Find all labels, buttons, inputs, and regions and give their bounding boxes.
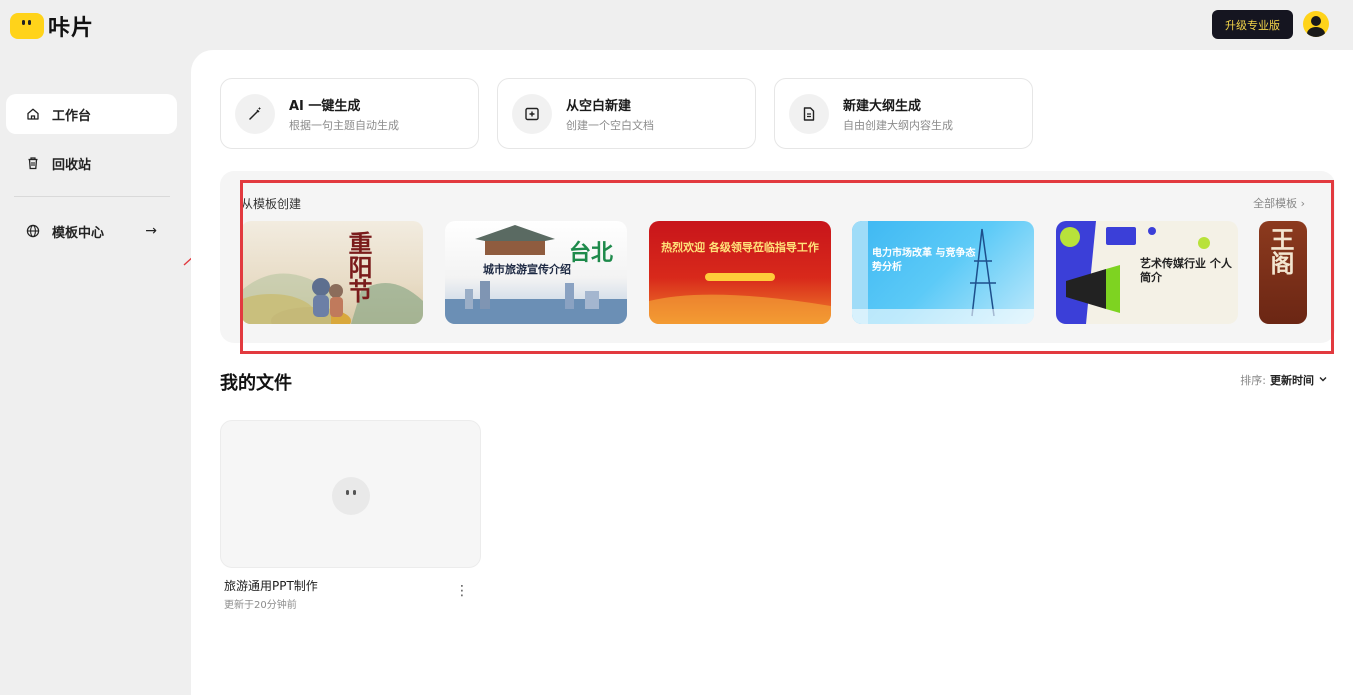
template-title: 重阳节 (344, 231, 373, 303)
sidebar-item-template-center[interactable]: 模板中心 → (6, 211, 177, 251)
upgrade-button[interactable]: 升级专业版 (1212, 10, 1293, 39)
trash-icon (26, 156, 40, 170)
template-carousel[interactable]: 重阳节 城市旅游宣传介绍 台北 热烈欢迎 各级领导莅临指导工作 电力市场改革 与… (241, 221, 1307, 324)
sidebar-divider (14, 196, 170, 197)
more-options-icon[interactable]: ⋮ (455, 583, 469, 599)
blank-new-card[interactable]: 从空白新建 创建一个空白文档 (497, 78, 756, 149)
template-title: 电力市场改革 与竞争态势分析 (872, 248, 976, 273)
sidebar-item-label: 模板中心 (52, 225, 105, 241)
sort-label: 排序: (1240, 374, 1266, 387)
user-avatar-icon[interactable] (1303, 11, 1329, 37)
template-card[interactable]: 重阳节 (241, 221, 423, 324)
quick-action-title: 新建大纲生成 (843, 98, 922, 114)
template-thumbnail (241, 273, 423, 324)
quick-action-subtitle: 创建一个空白文档 (566, 118, 654, 132)
placeholder-smiley-icon (332, 477, 370, 515)
sort-value: 更新时间 (1270, 374, 1314, 387)
template-title: 艺术传媒行业 个人简介 (1140, 257, 1232, 284)
quick-action-subtitle: 根据一句主题自动生成 (289, 118, 399, 132)
sort-dropdown[interactable]: 排序: 更新时间 (1240, 372, 1328, 388)
home-icon (26, 107, 40, 121)
sidebar-item-label: 回收站 (52, 157, 92, 173)
my-files-title: 我的文件 (220, 373, 292, 394)
template-card[interactable]: 电力市场改革 与竞争态势分析 (852, 221, 1034, 324)
template-title: 城市旅游宣传介绍 (483, 263, 571, 276)
add-square-icon (512, 93, 552, 134)
template-card[interactable]: 热烈欢迎 各级领导莅临指导工作 (649, 221, 831, 324)
template-card[interactable]: 王阁 (1259, 221, 1307, 324)
globe-icon (26, 224, 40, 238)
ai-generate-card[interactable]: AI 一键生成 根据一句主题自动生成 (220, 78, 479, 149)
sidebar-item-trash[interactable]: 回收站 (6, 143, 177, 183)
logo-smiley-icon (10, 13, 44, 39)
magic-wand-icon (235, 93, 275, 134)
arrow-right-icon: → (145, 223, 157, 239)
chevron-down-icon (1318, 374, 1328, 387)
quick-action-title: 从空白新建 (566, 98, 632, 114)
main-panel: AI 一键生成 根据一句主题自动生成 从空白新建 创建一个空白文档 新建大纲生成… (191, 50, 1353, 695)
template-title: 热烈欢迎 各级领导莅临指导工作 (661, 241, 819, 254)
all-templates-link[interactable]: 全部模板 › (1253, 195, 1305, 211)
file-name[interactable]: 旅游通用PPT制作 (224, 577, 318, 594)
template-section: 从模板创建 全部模板 › 重阳节 城市旅游宣传介绍 台北 热烈欢迎 各级领导莅临… (220, 171, 1335, 343)
sidebar-item-workbench[interactable]: 工作台 (6, 94, 177, 134)
file-updated-time: 更新于20分钟前 (224, 600, 297, 611)
file-card[interactable] (220, 420, 481, 568)
template-section-title: 从模板创建 (241, 197, 302, 211)
logo-text: 咔片 (48, 16, 95, 41)
outline-generate-card[interactable]: 新建大纲生成 自由创建大纲内容生成 (774, 78, 1033, 149)
app-logo[interactable]: 咔片 (10, 10, 94, 42)
quick-action-title: AI 一键生成 (289, 98, 361, 114)
template-decor-text: 台北 (569, 240, 614, 266)
template-card[interactable]: 城市旅游宣传介绍 台北 (445, 221, 627, 324)
sidebar-item-label: 工作台 (52, 108, 92, 124)
template-card[interactable]: 艺术传媒行业 个人简介 (1056, 221, 1238, 324)
template-thumbnail (649, 273, 831, 324)
document-icon (789, 93, 829, 134)
template-title: 王阁 (1266, 227, 1295, 275)
quick-action-subtitle: 自由创建大纲内容生成 (843, 118, 953, 132)
